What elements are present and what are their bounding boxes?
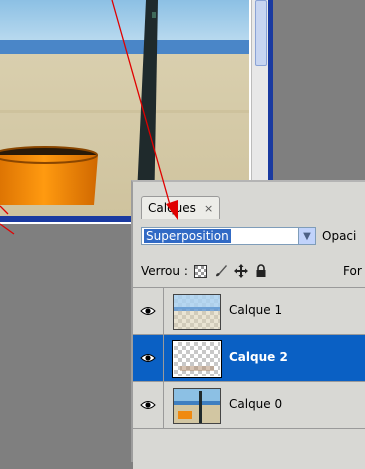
layer-name: Calque 0 bbox=[229, 397, 283, 411]
lock-position-move-icon[interactable] bbox=[233, 264, 248, 278]
layers-list: Calque 1 Calque 2 Calque 0 bbox=[133, 287, 365, 469]
layer-row-calque-2[interactable]: Calque 2 bbox=[133, 334, 365, 381]
scrollbar-thumb[interactable] bbox=[255, 0, 267, 66]
layer-row-calque-0[interactable]: Calque 0 bbox=[133, 381, 365, 428]
tab-label: Calques bbox=[148, 201, 196, 215]
blend-mode-row: Superposition ▼ Opaci bbox=[141, 227, 356, 245]
layers-empty-area bbox=[133, 428, 365, 469]
eye-icon[interactable] bbox=[133, 382, 164, 428]
lock-pixels-brush-icon[interactable] bbox=[214, 264, 228, 278]
lock-all-padlock-icon[interactable] bbox=[254, 264, 268, 278]
layer-thumbnail bbox=[172, 340, 222, 378]
eye-icon[interactable] bbox=[133, 288, 164, 334]
lock-transparency-icon[interactable] bbox=[194, 264, 208, 278]
layers-panel: Calques × Superposition ▼ Opaci Verrou : bbox=[131, 180, 365, 469]
blend-mode-value: Superposition bbox=[144, 229, 231, 243]
layer-name: Calque 2 bbox=[229, 350, 288, 364]
lock-row: Verrou : bbox=[141, 264, 268, 278]
chevron-down-icon[interactable]: ▼ bbox=[299, 227, 316, 245]
layer-thumbnail bbox=[173, 388, 221, 424]
layer-thumbnail bbox=[173, 294, 221, 330]
layer-name: Calque 1 bbox=[229, 303, 283, 317]
fill-label: For bbox=[343, 264, 362, 278]
close-icon[interactable]: × bbox=[204, 202, 213, 215]
eye-icon[interactable] bbox=[133, 335, 164, 381]
tab-calques[interactable]: Calques × bbox=[141, 196, 221, 219]
blend-mode-select[interactable]: Superposition bbox=[141, 227, 299, 245]
lock-label: Verrou : bbox=[141, 264, 188, 278]
opacity-label: Opaci bbox=[322, 229, 357, 243]
layer-row-calque-1[interactable]: Calque 1 bbox=[133, 287, 365, 334]
